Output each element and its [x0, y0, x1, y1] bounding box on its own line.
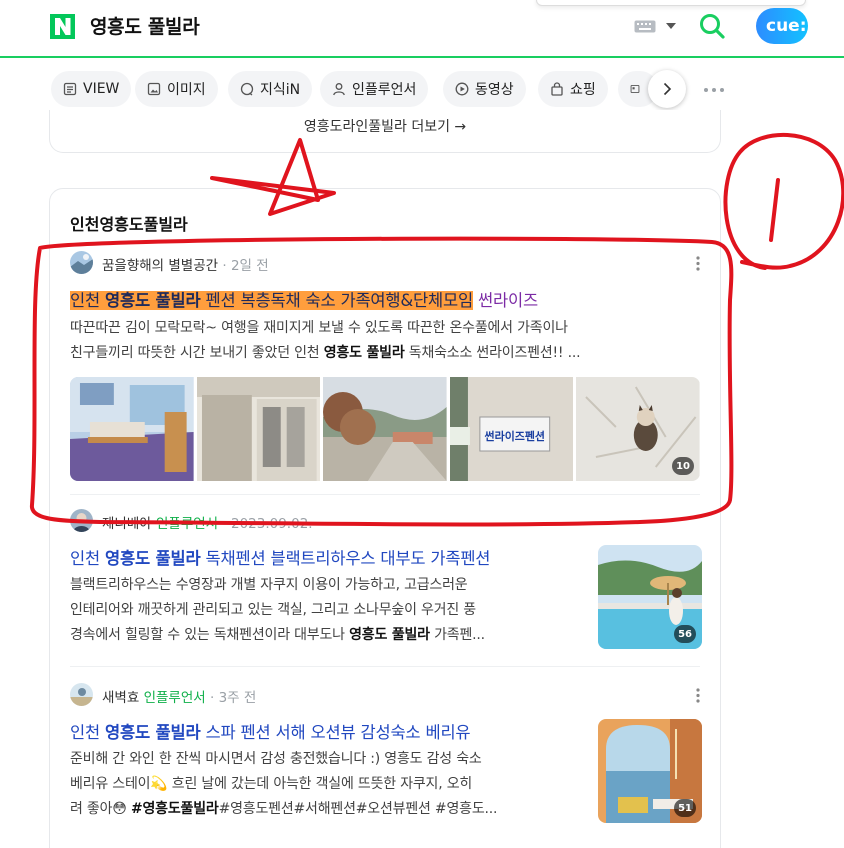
title-extra: 썬라이즈	[472, 291, 538, 310]
tab-label: VIEW	[83, 81, 120, 97]
author-name[interactable]: 새벽효	[102, 690, 139, 706]
post-time: · 2일 전	[222, 258, 269, 274]
avatar[interactable]	[70, 683, 93, 706]
tab-view[interactable]: VIEW	[51, 71, 132, 107]
kebab-menu-icon[interactable]	[696, 688, 700, 703]
post-title-link[interactable]: 인천 영흥도 풀빌라 독채펜션 블랙트리하우스 대부도 가족펜션	[70, 545, 490, 569]
author-line: 새벽효 인플루언서 · 3주 전	[102, 686, 256, 706]
circle-annotation	[723, 133, 844, 270]
naver-logo-icon[interactable]	[50, 14, 75, 39]
tab-image[interactable]: 이미지	[135, 71, 218, 107]
post-thumbnail[interactable]: 56	[598, 545, 702, 649]
image-count-badge: 10	[672, 457, 694, 475]
tab-label: 지식iN	[260, 82, 301, 98]
kebab-menu-icon[interactable]	[696, 256, 700, 271]
view-icon	[63, 82, 77, 96]
dropdown-popup-edge	[536, 0, 806, 6]
post-time: · 2023.09.02.	[222, 516, 313, 532]
post-title-link[interactable]: 인천 영흥도 풀빌라 펜션 복층독채 숙소 가족여행&단체모임 썬라이즈	[70, 287, 538, 311]
tab-label: 쇼핑	[570, 82, 596, 98]
image-count-badge: 51	[674, 799, 696, 817]
thumbnail-sign[interactable]: 썬라이즈펜션	[449, 377, 574, 481]
previous-section-card: 영흥도라인풀빌라 더보기 →	[49, 110, 721, 153]
author-line: 제니베아 인플루언서 · 2023.09.02.	[102, 512, 313, 532]
tab-label: 이미지	[167, 82, 206, 98]
post-snippet: 블랙트리하우스는 수영장과 개별 자쿠지 이용이 가능하고, 고급스러운 인테리…	[70, 577, 485, 643]
avatar[interactable]	[70, 251, 93, 274]
image-count-badge: 56	[674, 625, 696, 643]
divider	[70, 494, 700, 495]
avatar[interactable]	[70, 509, 93, 532]
thumbnail-building[interactable]	[196, 377, 321, 481]
tab-shopping[interactable]: 쇼핑	[538, 71, 608, 107]
author-line: 꿈을향해의 별별공간 · 2일 전	[102, 254, 269, 274]
search-query[interactable]: 영흥도 풀빌라	[90, 12, 200, 39]
post-snippet: 준비해 간 와인 한 잔씩 마시면서 감성 충전했습니다 :) 영흥도 감성 숙…	[70, 751, 498, 817]
post-image-strip[interactable]: 썬라이즈펜션 10	[70, 377, 700, 481]
person-icon	[333, 83, 345, 96]
author-name[interactable]: 꿈을향해의 별별공간	[102, 258, 218, 274]
post-item: 제니베아 인플루언서 · 2023.09.02. 인천 영흥도 풀빌라 독채펜션…	[70, 509, 702, 659]
knowledge-icon	[240, 82, 254, 96]
author-name[interactable]: 제니베아	[102, 516, 152, 532]
play-icon	[455, 82, 469, 96]
chevron-down-icon[interactable]	[665, 20, 677, 32]
image-icon	[147, 82, 161, 96]
tab-knowledge[interactable]: 지식iN	[228, 71, 313, 107]
tab-video[interactable]: 동영상	[443, 71, 526, 107]
influencer-badge: 인플루언서	[143, 690, 206, 706]
news-icon	[630, 84, 640, 94]
tabs-next-button[interactable]	[648, 70, 686, 108]
svg-text:썬라이즈펜션: 썬라이즈펜션	[484, 429, 544, 443]
post-time: · 3주 전	[209, 690, 257, 706]
title-highlight: 인천 영흥도 풀빌라 펜션 복층독채 숙소 가족여행&단체모임	[70, 291, 473, 310]
tab-influencer[interactable]: 인플루언서	[320, 71, 429, 107]
more-link[interactable]: 영흥도라인풀빌라 더보기 →	[50, 116, 720, 136]
more-link-label: 영흥도라인풀빌라 더보기	[303, 119, 450, 135]
thumbnail-landscape[interactable]	[323, 377, 447, 481]
post-item: 꿈을향해의 별별공간 · 2일 전 인천 영흥도 풀빌라 펜션 복층독채 숙소 …	[70, 251, 702, 486]
section-card: 인천영흥도풀빌라 꿈을향해의 별별공간 · 2일 전 인천 영흥도 풀빌라 펜션…	[49, 188, 721, 848]
keyboard-icon[interactable]	[634, 20, 656, 33]
more-icon[interactable]	[703, 87, 725, 93]
post-item: 새벽효 인플루언서 · 3주 전 인천 영흥도 풀빌라 스파 펜션 서해 오션뷰…	[70, 683, 702, 833]
post-title-link[interactable]: 인천 영흥도 풀빌라 스파 펜션 서해 오션뷰 감성숙소 베리유	[70, 719, 471, 743]
tab-label: 동영상	[475, 82, 514, 98]
arrow-right-icon: →	[454, 119, 467, 135]
post-thumbnail[interactable]: 51	[598, 719, 702, 823]
thumbnail-room[interactable]	[70, 377, 194, 481]
section-title[interactable]: 인천영흥도풀빌라	[70, 211, 188, 235]
influencer-badge: 인플루언서	[155, 516, 219, 532]
number-one-annotation	[769, 178, 780, 242]
divider	[70, 666, 700, 667]
tab-label: 인플루언서	[352, 82, 417, 98]
search-header: 영흥도 풀빌라 cue:	[0, 0, 844, 58]
cue-button[interactable]: cue:	[756, 8, 808, 44]
search-icon[interactable]	[698, 12, 726, 40]
chevron-right-icon	[663, 82, 672, 96]
bag-icon	[551, 82, 563, 96]
post-snippet: 따끈따끈 김이 모락모락~ 여행을 재미지게 보낼 수 있도록 따끈한 온수풀에…	[70, 320, 581, 361]
